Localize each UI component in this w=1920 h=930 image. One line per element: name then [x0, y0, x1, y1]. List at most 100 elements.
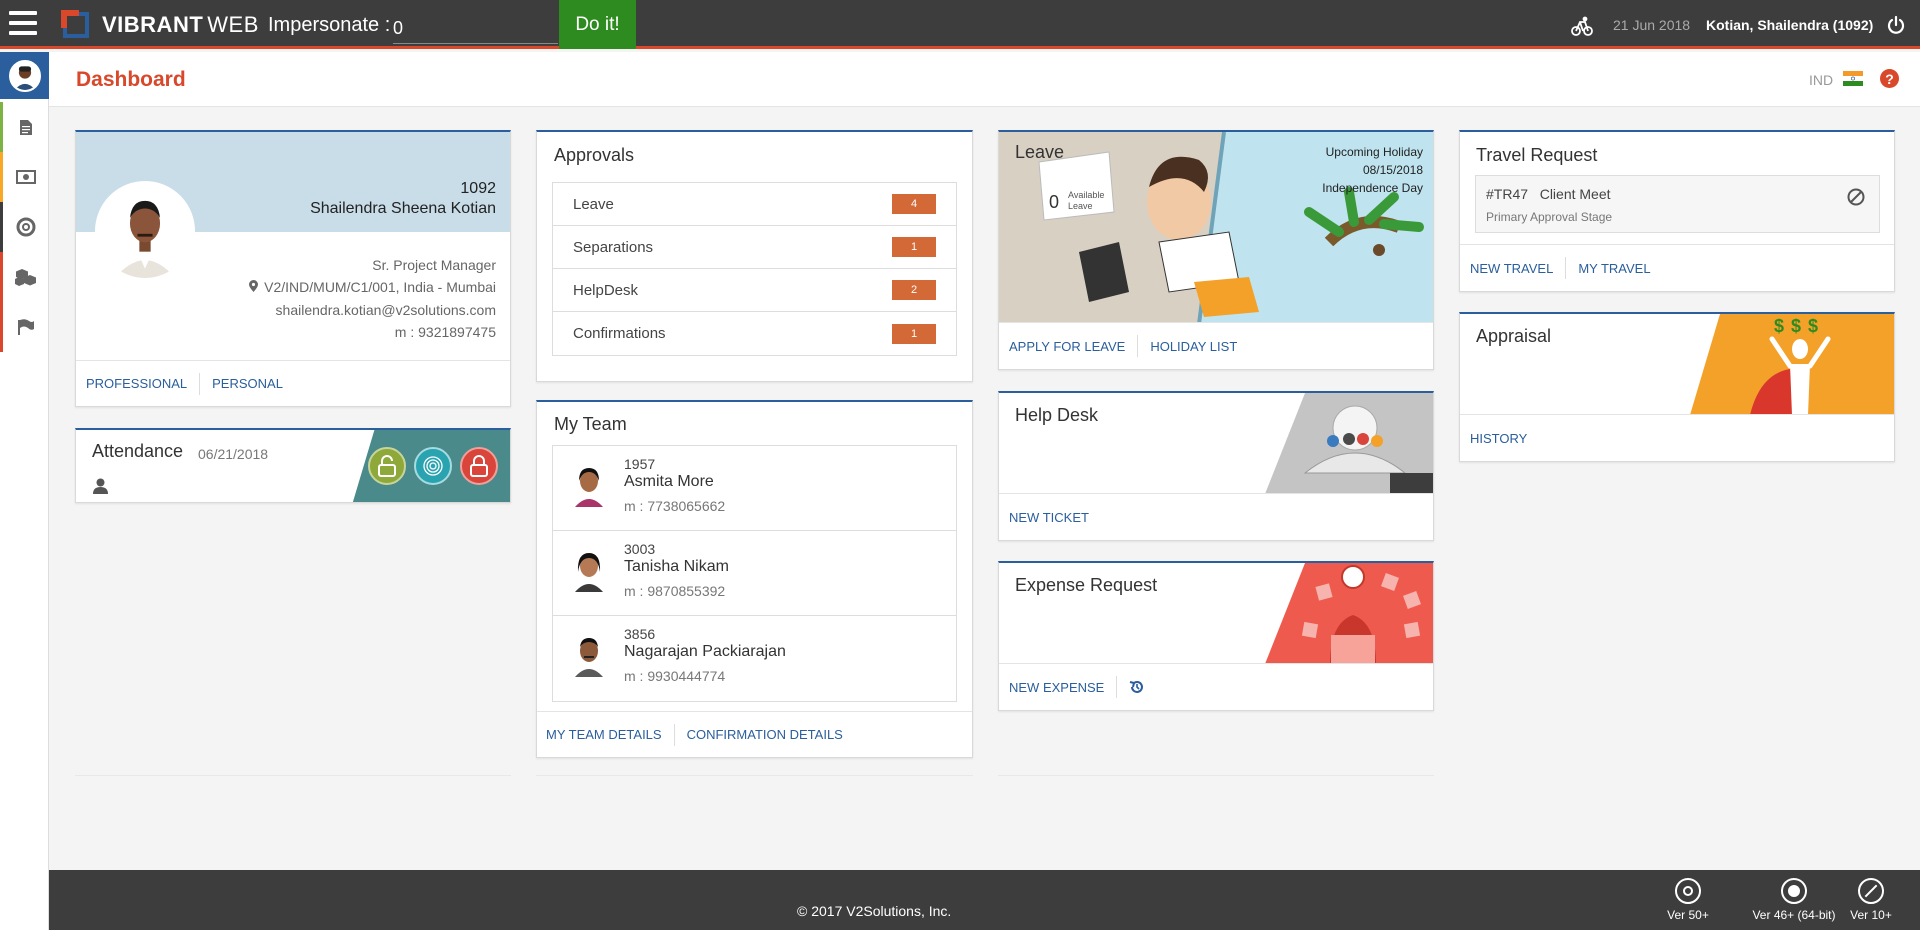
power-icon[interactable] [1886, 15, 1906, 35]
sidebar-item-documents[interactable] [0, 102, 49, 152]
divider [998, 775, 1434, 776]
travel-footer: NEW TRAVEL MY TRAVEL [1460, 244, 1894, 291]
approvals-title: Approvals [554, 145, 635, 165]
approval-row-separations[interactable]: Separations 1 [553, 226, 956, 269]
user-icon [93, 478, 108, 494]
team-member-row[interactable]: 3003 Tanisha Nikam m : 9870855392 [553, 531, 956, 616]
help-icon[interactable]: ? [1880, 69, 1899, 88]
team-member-name: Tanisha Nikam [624, 558, 729, 575]
safari-icon [1858, 878, 1884, 904]
count-badge: 4 [892, 194, 936, 214]
leave-card: Leave 0 Available Leave Upcoming Holiday… [998, 130, 1434, 370]
sidebar-item-assets[interactable] [0, 252, 49, 302]
team-footer: MY TEAM DETAILS CONFIRMATION DETAILS [537, 711, 972, 757]
team-member-mobile: m : 7738065662 [624, 498, 726, 514]
approval-row-helpdesk[interactable]: HelpDesk 2 [553, 269, 956, 312]
travel-request-title: Travel Request [1476, 145, 1598, 165]
employee-location: V2/IND/MUM/C1/001, India - Mumbai [264, 279, 496, 295]
holiday-date: 08/15/2018 [1362, 163, 1423, 177]
hamburger-menu-icon[interactable] [9, 11, 37, 35]
travel-request-card: Travel Request #TR47 Client Meet Primary… [1459, 130, 1895, 292]
professional-link[interactable]: PROFESSIONAL [86, 376, 187, 391]
team-member-mobile: m : 9870855392 [624, 583, 726, 599]
page-footer: © 2017 V2Solutions, Inc. Ver 50+ Ver 46+… [49, 870, 1920, 930]
india-flag-icon[interactable] [1843, 71, 1863, 86]
profile-photo[interactable] [95, 181, 195, 281]
brand-name: VIBRANT WEB [102, 12, 259, 37]
expense-illustration [1265, 563, 1433, 664]
team-member-id: 1957 [624, 456, 656, 472]
cycle-icon[interactable] [1570, 14, 1594, 38]
impersonate-input[interactable] [393, 14, 558, 44]
cancel-icon[interactable] [1847, 188, 1865, 206]
my-travel-link[interactable]: MY TRAVEL [1578, 261, 1650, 276]
new-expense-link[interactable]: NEW EXPENSE [1009, 680, 1104, 695]
employee-mobile: m : 9321897475 [394, 324, 496, 340]
page-title: Dashboard [76, 68, 186, 91]
appraisal-dollars: $ $ $ [1774, 316, 1820, 336]
history-icon[interactable] [1129, 679, 1145, 695]
divider [75, 775, 511, 776]
approval-row-leave[interactable]: Leave 4 [553, 183, 956, 226]
available-leave-count: 0 [1049, 192, 1060, 212]
team-member-name: Asmita More [624, 473, 714, 490]
chrome-icon [1675, 878, 1701, 904]
appraisal-history-link[interactable]: HISTORY [1470, 431, 1527, 446]
money-icon [16, 170, 36, 184]
fingerprint-button[interactable] [414, 447, 452, 485]
top-bar: VIBRANTWEB Impersonate : Do it! 21 Jun 2… [0, 0, 1920, 49]
sidebar-item-goals[interactable] [0, 302, 49, 352]
personal-link[interactable]: PERSONAL [212, 376, 283, 391]
available-leave-label: Available Leave [1068, 190, 1105, 211]
help-desk-illustration [1265, 393, 1433, 494]
clock-in-button[interactable] [368, 447, 406, 485]
divider [673, 723, 675, 746]
team-list: 1957 Asmita More m : 7738065662 3003 Tan… [552, 445, 957, 702]
team-member-avatar [571, 633, 607, 677]
travel-request-item[interactable]: #TR47 Client Meet Primary Approval Stage [1475, 175, 1880, 233]
clock-out-button[interactable] [460, 447, 498, 485]
holiday-heading: Upcoming Holiday [1325, 145, 1423, 159]
help-desk-card: Help Desk NEW TICKET [998, 391, 1434, 541]
new-ticket-link[interactable]: NEW TICKET [1009, 510, 1089, 525]
travel-request-id: #TR47 [1486, 186, 1529, 202]
attendance-title: Attendance [92, 441, 184, 461]
lock-icon [470, 455, 488, 477]
team-member-id: 3003 [624, 541, 656, 557]
attendance-date: 06/21/2018 [198, 446, 269, 462]
divider [1137, 335, 1139, 357]
count-badge: 2 [892, 280, 936, 300]
my-team-details-link[interactable]: MY TEAM DETAILS [546, 727, 662, 742]
employee-location-row: V2/IND/MUM/C1/001, India - Mumbai [249, 279, 496, 295]
team-member-id: 3856 [624, 626, 656, 642]
flag-icon [18, 319, 34, 335]
current-user[interactable]: Kotian, Shailendra (1092) [1706, 17, 1873, 33]
fingerprint-icon [423, 456, 443, 476]
team-member-row[interactable]: 3856 Nagarajan Packiarajan m : 993044477… [553, 616, 956, 701]
approvals-card: Approvals Leave 4 Separations 1 HelpDesk 2 … [536, 130, 973, 382]
my-team-card: My Team 1957 Asmita More m : 7738065662 … [536, 400, 973, 758]
team-member-avatar [571, 548, 607, 592]
team-member-row[interactable]: 1957 Asmita More m : 7738065662 [553, 446, 956, 531]
profile-card: 1092 Shailendra Sheena Kotian Sr. Projec… [75, 130, 511, 407]
appraisal-footer: HISTORY [1460, 414, 1894, 461]
confirmation-details-link[interactable]: CONFIRMATION DETAILS [687, 727, 843, 742]
team-member-avatar [571, 463, 607, 507]
holiday-list-link[interactable]: HOLIDAY LIST [1150, 339, 1237, 354]
apply-for-leave-link[interactable]: APPLY FOR LEAVE [1009, 339, 1125, 354]
holiday-name: Independence Day [1322, 181, 1423, 195]
do-it-button[interactable]: Do it! [559, 0, 636, 49]
approval-row-confirmations[interactable]: Confirmations 1 [553, 312, 956, 355]
employee-email[interactable]: shailendra.kotian@v2solutions.com [276, 302, 496, 318]
sidebar-avatar[interactable] [0, 52, 49, 99]
help-desk-footer: NEW TICKET [999, 493, 1433, 540]
sidebar-item-payroll[interactable] [0, 152, 49, 202]
divider [536, 775, 973, 776]
expense-footer: NEW EXPENSE [999, 663, 1433, 710]
divider [1565, 257, 1567, 279]
boxes-icon [15, 269, 36, 286]
browser-safari: Ver 10+ [1831, 878, 1911, 922]
lifebuoy-icon [16, 217, 36, 237]
sidebar-item-support[interactable] [0, 202, 49, 252]
new-travel-link[interactable]: NEW TRAVEL [1470, 261, 1553, 276]
